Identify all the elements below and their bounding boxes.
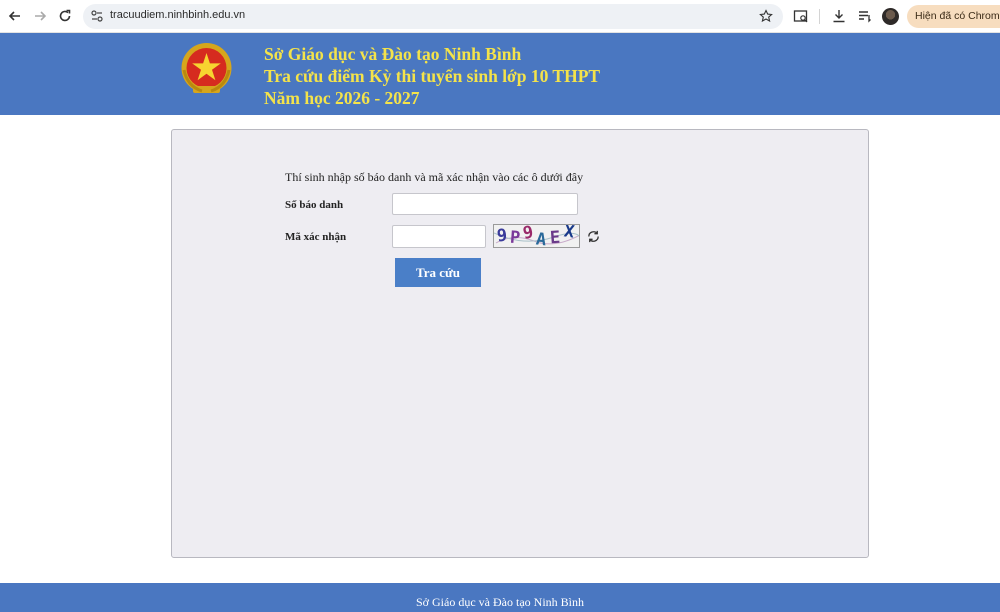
captcha-label: Mã xác nhận xyxy=(285,231,347,243)
national-emblem-icon xyxy=(181,43,232,93)
url-text[interactable]: tracuudiem.ninhbinh.edu.vn xyxy=(110,9,245,21)
captcha-char: 9 xyxy=(495,225,509,247)
header-exam-title: Tra cứu điểm Kỳ thi tuyển sinh lớp 10 TH… xyxy=(264,66,601,86)
site-footer: Sở Giáo dục và Đào tạo Ninh Bình xyxy=(0,583,1000,612)
download-icon[interactable] xyxy=(831,8,847,24)
toolbar-divider xyxy=(819,9,820,24)
chrome-update-button[interactable]: Hiện đã có Chrome xyxy=(907,5,1000,28)
sbd-input[interactable] xyxy=(392,193,578,215)
submit-button[interactable]: Tra cứu xyxy=(395,258,481,287)
refresh-captcha-icon[interactable] xyxy=(586,229,601,244)
arrow-left-icon xyxy=(8,11,20,21)
sbd-label: Số báo danh xyxy=(285,199,344,211)
bookmark-star-icon[interactable] xyxy=(759,9,773,23)
instruction-text: Thí sinh nhập số báo danh và mã xác nhận… xyxy=(285,170,584,184)
site-header: Sở Giáo dục và Đào tạo Ninh Bình Tra cứu… xyxy=(0,33,1000,115)
header-school-year: Năm học 2026 - 2027 xyxy=(264,88,420,108)
browser-toolbar: tracuudiem.ninhbinh.edu.vn Hiện đã có Ch… xyxy=(0,0,1000,33)
reading-list-icon[interactable] xyxy=(857,8,873,24)
profile-avatar[interactable] xyxy=(882,8,899,25)
captcha-char: E xyxy=(549,227,561,248)
arrow-right-icon xyxy=(35,11,47,21)
site-title: Sở Giáo dục và Đào tạo Ninh Bình Tra cứu… xyxy=(264,43,600,109)
captcha-image: 9 P 9 A E X xyxy=(493,224,580,248)
header-department: Sở Giáo dục và Đào tạo Ninh Bình xyxy=(264,44,522,64)
address-bar[interactable]: tracuudiem.ninhbinh.edu.vn xyxy=(83,4,783,29)
captcha-input[interactable] xyxy=(392,225,486,248)
tab-search-icon[interactable] xyxy=(793,8,809,24)
forward-button[interactable] xyxy=(30,6,50,26)
reload-icon xyxy=(59,9,71,22)
captcha-char: A xyxy=(534,229,548,248)
captcha-char: P xyxy=(509,227,521,248)
back-button[interactable] xyxy=(5,6,25,26)
site-settings-icon[interactable] xyxy=(90,9,104,23)
reload-button[interactable] xyxy=(55,6,75,26)
